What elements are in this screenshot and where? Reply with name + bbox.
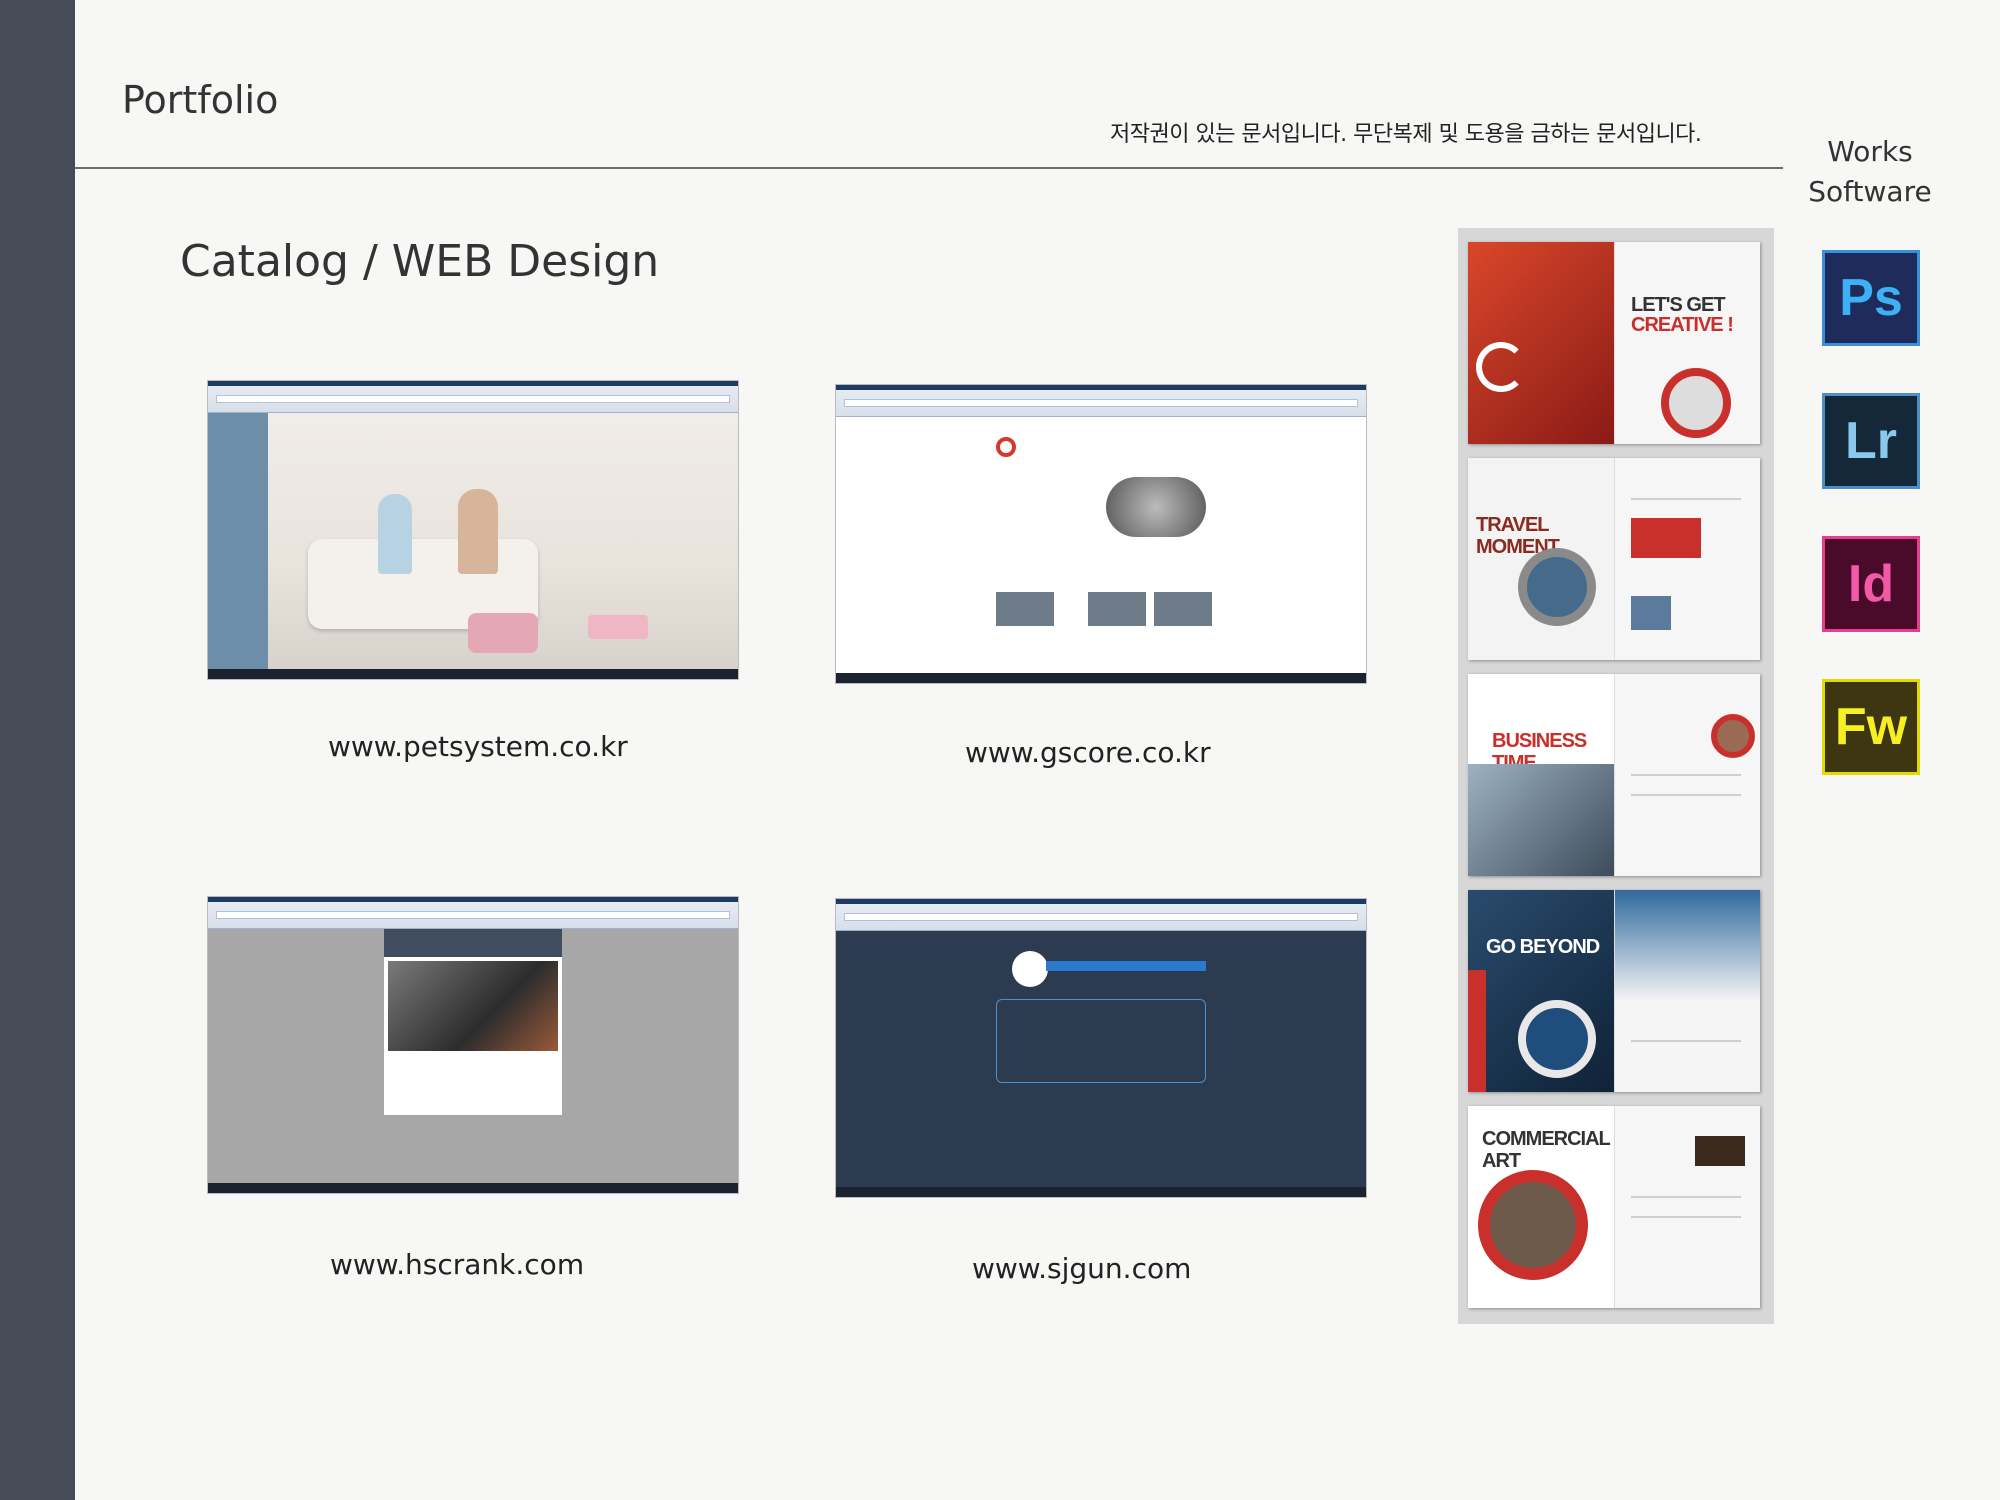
catalog-spread-creative[interactable]: LET'S GET CREATIVE !: [1468, 242, 1760, 444]
works-label: Works: [1827, 135, 1913, 168]
taskbar: [208, 1183, 738, 1193]
catalog-spread-beyond[interactable]: GO BEYOND: [1468, 890, 1760, 1092]
software-label: Software: [1808, 175, 1932, 208]
site-page: [384, 929, 562, 1115]
sjgun-screenshot[interactable]: [835, 898, 1367, 1198]
taskbar: [836, 673, 1366, 683]
catalog-title: COMMERCIAL ART: [1482, 1128, 1610, 1172]
url-gscore: www.gscore.co.kr: [965, 736, 1211, 769]
left-sidebar-bar: [0, 0, 75, 1500]
url-sjgun: www.sjgun.com: [972, 1252, 1192, 1285]
catalog-title-line2: CREATIVE !: [1631, 314, 1734, 336]
gscore-screenshot[interactable]: [835, 384, 1367, 684]
site-logo: [1012, 951, 1048, 987]
lightroom-icon: Lr: [1822, 393, 1920, 489]
site-logo: [996, 437, 1016, 457]
catalog-spread-commercial[interactable]: COMMERCIAL ART: [1468, 1106, 1760, 1308]
photo-scene: [268, 413, 738, 669]
site-content: [836, 931, 1366, 1187]
browser-chrome: [836, 385, 1366, 417]
catalog-strip: LET'S GET CREATIVE ! TRAVEL MOMENT BUSIN…: [1458, 228, 1774, 1324]
site-menu: [1046, 961, 1206, 971]
fireworks-icon: Fw: [1822, 679, 1920, 775]
indesign-icon: Id: [1822, 536, 1920, 632]
url-hscrank: www.hscrank.com: [330, 1248, 585, 1281]
catalog-spread-travel[interactable]: TRAVEL MOMENT: [1468, 458, 1760, 660]
browser-chrome: [836, 899, 1366, 931]
machine-image: [1106, 477, 1206, 537]
copyright-notice: 저작권이 있는 문서입니다. 무단복제 및 도용을 금하는 문서입니다.: [1110, 122, 1702, 147]
browser-chrome: [208, 381, 738, 413]
section-title: Catalog / WEB Design: [180, 236, 660, 287]
taskbar: [836, 1187, 1366, 1197]
page-title: Portfolio: [122, 78, 279, 122]
product-box: [996, 999, 1206, 1083]
works-software-label: Works Software: [1800, 132, 1940, 212]
photoshop-icon: Ps: [1822, 250, 1920, 346]
petsystem-screenshot[interactable]: [207, 380, 739, 680]
catalog-spread-business[interactable]: BUSINESS TIME: [1468, 674, 1760, 876]
hscrank-screenshot[interactable]: [207, 896, 739, 1194]
catalog-title-line1: LET'S GET: [1631, 294, 1726, 316]
taskbar: [208, 669, 738, 679]
browser-chrome: [208, 897, 738, 929]
site-nav: [208, 413, 268, 669]
catalog-title: GO BEYOND: [1486, 936, 1600, 958]
url-petsystem: www.petsystem.co.kr: [328, 730, 628, 763]
site-content: [836, 417, 1366, 673]
site-content: [208, 929, 738, 1183]
header-divider: [75, 167, 1783, 169]
